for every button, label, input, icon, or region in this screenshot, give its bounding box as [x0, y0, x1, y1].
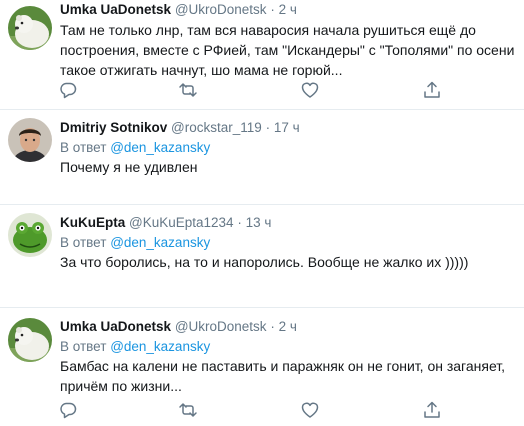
- tweet-text: Бамбас на калени не паставить и паражняк…: [60, 358, 506, 394]
- tweet-actions: [0, 400, 524, 420]
- share-button[interactable]: [422, 400, 442, 420]
- reply-button[interactable]: [58, 80, 78, 100]
- reply-context: В ответ @den_kazansky: [60, 233, 516, 252]
- reply-mention-link[interactable]: @den_kazansky: [110, 235, 210, 250]
- reply-context: В ответ @den_kazansky: [60, 337, 516, 356]
- like-icon: [301, 402, 319, 418]
- tweet-text: Почему я не удивлен: [60, 159, 198, 175]
- reply-mention-link[interactable]: @den_kazansky: [110, 339, 210, 354]
- author-handle[interactable]: @rockstar_119: [171, 120, 262, 135]
- author-name[interactable]: Umka UaDonetsk: [60, 2, 171, 17]
- tweet-text: Там не только лнр, там вся наваросия нач…: [60, 22, 515, 78]
- tweet-actions: [0, 80, 524, 100]
- share-button[interactable]: [422, 80, 442, 100]
- retweet-button[interactable]: [178, 400, 198, 420]
- tweet-timestamp[interactable]: 17 ч: [274, 120, 300, 135]
- share-icon: [424, 401, 440, 418]
- avatar[interactable]: [8, 213, 52, 257]
- reply-button[interactable]: [58, 400, 78, 420]
- frog-avatar-image: [8, 213, 52, 257]
- polar-bear-avatar-image: [8, 6, 52, 50]
- tweet-text: За что боролись, на то и напоролись. Воо…: [60, 254, 469, 270]
- tweet-timestamp[interactable]: 13 ч: [246, 215, 272, 230]
- author-name[interactable]: Dmitriy Sotnikov: [60, 120, 167, 135]
- reply-prefix: В ответ: [60, 339, 107, 354]
- tweet[interactable]: Umka UaDonetsk @UkroDonetsk · 2 ч В отве…: [0, 308, 524, 426]
- retweet-icon: [179, 83, 197, 97]
- author-name[interactable]: KuKuEpta: [60, 215, 125, 230]
- reply-mention-link[interactable]: @den_kazansky: [110, 140, 210, 155]
- separator-dot: ·: [270, 319, 275, 334]
- reply-prefix: В ответ: [60, 140, 107, 155]
- author-handle[interactable]: @UkroDonetsk: [175, 319, 267, 334]
- tweet-timestamp[interactable]: 2 ч: [279, 319, 297, 334]
- author-name[interactable]: Umka UaDonetsk: [60, 319, 171, 334]
- tweet-timestamp[interactable]: 2 ч: [279, 2, 297, 17]
- retweet-button[interactable]: [178, 80, 198, 100]
- reply-icon: [60, 82, 77, 99]
- tweet[interactable]: Dmitriy Sotnikov @rockstar_119 · 17 ч В …: [0, 110, 524, 205]
- separator-dot: ·: [237, 215, 242, 230]
- like-icon: [301, 82, 319, 98]
- like-button[interactable]: [300, 400, 320, 420]
- avatar[interactable]: [8, 6, 52, 50]
- tweet[interactable]: Umka UaDonetsk @UkroDonetsk · 2 ч Там не…: [0, 0, 524, 110]
- user-photo-avatar-image: [8, 118, 52, 162]
- like-button[interactable]: [300, 80, 320, 100]
- reply-context: В ответ @den_kazansky: [60, 138, 516, 157]
- avatar[interactable]: [8, 318, 52, 362]
- retweet-icon: [179, 403, 197, 417]
- reply-prefix: В ответ: [60, 235, 107, 250]
- polar-bear-avatar-image: [8, 318, 52, 362]
- tweet-header: Umka UaDonetsk @UkroDonetsk · 2 ч: [60, 0, 516, 20]
- avatar[interactable]: [8, 118, 52, 162]
- author-handle[interactable]: @KuKuEpta1234: [129, 215, 234, 230]
- tweet-header: KuKuEpta @KuKuEpta1234 · 13 ч: [60, 213, 516, 233]
- separator-dot: ·: [270, 2, 275, 17]
- tweet-header: Dmitriy Sotnikov @rockstar_119 · 17 ч: [60, 118, 516, 138]
- reply-icon: [60, 402, 77, 419]
- tweet[interactable]: KuKuEpta @KuKuEpta1234 · 13 ч В ответ @d…: [0, 205, 524, 308]
- separator-dot: ·: [265, 120, 271, 135]
- tweet-header: Umka UaDonetsk @UkroDonetsk · 2 ч: [60, 317, 516, 337]
- author-handle[interactable]: @UkroDonetsk: [175, 2, 267, 17]
- share-icon: [424, 81, 440, 98]
- tweet-feed: Umka UaDonetsk @UkroDonetsk · 2 ч Там не…: [0, 0, 524, 426]
